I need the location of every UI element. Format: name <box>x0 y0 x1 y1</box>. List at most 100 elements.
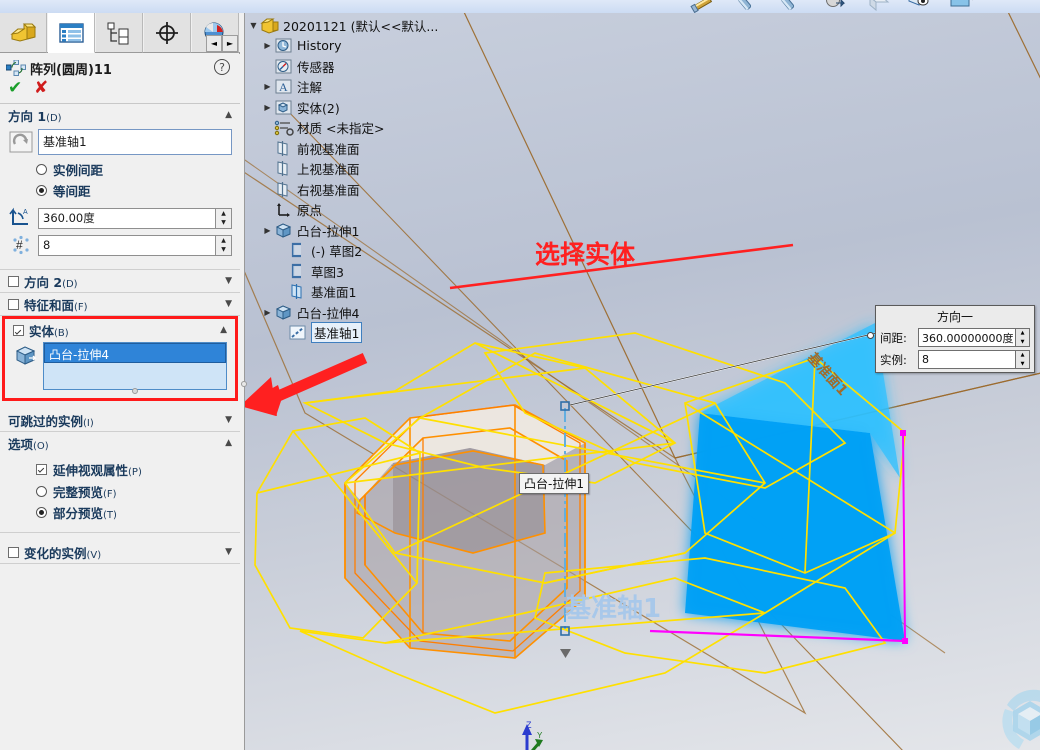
radio-full-preview[interactable] <box>36 486 47 497</box>
command-manager-tabs: ◄ ► <box>0 13 240 53</box>
tree-item-plane-1[interactable]: 基准面1 <box>245 282 495 303</box>
tree-item-history[interactable]: ▶ History <box>245 36 495 57</box>
section-bodies-header[interactable]: 实体(B) ▲ <box>5 319 235 341</box>
pattern-axis-input[interactable]: 基准轴1 <box>38 129 232 155</box>
section-view-icon[interactable] <box>823 0 849 13</box>
display-style-icon[interactable] <box>948 0 974 13</box>
instance-count-spinner[interactable]: ▲ ▼ <box>216 234 232 256</box>
tree-expander-icon[interactable]: ▼ <box>247 21 260 30</box>
cancel-button[interactable]: ✘ <box>34 80 48 97</box>
spin-up-icon[interactable]: ▲ <box>216 236 231 246</box>
tree-expander-icon[interactable]: ▶ <box>261 226 274 235</box>
spin-down-icon[interactable]: ▼ <box>1016 338 1029 347</box>
configuration-manager-tab[interactable] <box>96 13 143 53</box>
angle-spinner[interactable]: ▲ ▼ <box>216 207 232 229</box>
radio-partial-preview[interactable] <box>36 507 47 518</box>
tree-item-label: 右视基准面 <box>297 182 360 198</box>
tree-item-origin[interactable]: 原点 <box>245 200 495 221</box>
spacing-value-input[interactable]: 360.00000000度 <box>918 328 1015 347</box>
tree-item-axis-1[interactable]: 基准轴1 <box>245 322 495 344</box>
collapse-chevron-icon[interactable]: ▲ <box>225 438 232 448</box>
tree-item-annotations[interactable]: ▶ A 注解 <box>245 77 495 98</box>
hide-show-icon[interactable] <box>906 0 932 13</box>
section-direction-1-label: 方向 1(D) <box>8 108 62 124</box>
svg-text:A: A <box>23 209 28 216</box>
section-direction-1-header[interactable]: 方向 1(D) ▲ <box>0 104 240 126</box>
spin-down-icon[interactable]: ▼ <box>1016 360 1029 369</box>
instances-value-input[interactable]: 8 <box>918 350 1015 369</box>
tree-item-solid-bodies[interactable]: ▶ 实体(2) <box>245 97 495 118</box>
feature-manager-tree[interactable]: ▼ 20201121 (默认<<默认... ▶ History 传感器 ▶ A 注解 ▶ 实体(2… <box>245 13 495 344</box>
option-geometry-pattern[interactable]: 延伸视观属性(P) <box>36 460 232 479</box>
tree-item-boss-extrude-4[interactable]: ▶ 凸台-拉伸4 <box>245 302 495 323</box>
graphics-viewport[interactable]: ▼ 20201121 (默认<<默认... ▶ History 传感器 ▶ A 注解 ▶ 实体(2… <box>245 13 1040 750</box>
tree-expander-icon[interactable]: ▶ <box>261 82 274 91</box>
collapse-chevron-icon[interactable]: ▲ <box>220 325 227 335</box>
tree-item-front-plane[interactable]: 前视基准面 <box>245 138 495 159</box>
expand-chevron-icon[interactable]: ▼ <box>225 415 232 425</box>
pen-icon[interactable] <box>733 0 759 13</box>
tree-root[interactable]: ▼ 20201121 (默认<<默认... <box>245 15 495 36</box>
dimxpert-manager-tab[interactable] <box>144 13 191 53</box>
collapse-chevron-icon[interactable]: ▲ <box>225 110 232 120</box>
list-resize-grip[interactable] <box>132 388 138 394</box>
spacing-spinner[interactable]: ▲ ▼ <box>1015 328 1030 347</box>
tree-expander-icon[interactable]: ▶ <box>261 41 274 50</box>
splitter-grip[interactable] <box>241 381 247 387</box>
expand-chevron-icon[interactable]: ▼ <box>225 299 232 309</box>
angle-input[interactable]: 360.00度 <box>38 207 216 229</box>
section-features-and-faces-checkbox[interactable] <box>8 298 19 310</box>
option-geometry-pattern-checkbox[interactable] <box>36 464 47 475</box>
direction-one-dialog[interactable]: 方向一 间距: 360.00000000度 ▲ ▼ 实例: 8 ▲ ▼ <box>867 305 1035 373</box>
spin-down-icon[interactable]: ▼ <box>216 218 231 228</box>
section-vary-instances-header[interactable]: 变化的实例(V) ▼ <box>0 541 240 563</box>
section-bodies-checkbox[interactable] <box>13 324 24 336</box>
tree-expander-icon[interactable]: ▶ <box>261 103 274 112</box>
spin-down-icon[interactable]: ▼ <box>216 245 231 255</box>
annotation-select-bodies-note: 选择实体 <box>535 240 636 269</box>
option-partial-preview[interactable]: 部分预览(T) <box>36 503 232 522</box>
tab-nav-prev-button[interactable]: ◄ <box>206 35 222 52</box>
panel-splitter[interactable] <box>240 13 247 750</box>
spacing-mode-equal-spacing[interactable]: 等间距 <box>36 181 232 200</box>
tree-item-sensors[interactable]: 传感器 <box>245 56 495 77</box>
spin-up-icon[interactable]: ▲ <box>216 209 231 219</box>
spacing-mode-instance-spacing[interactable]: 实例间距 <box>36 160 232 179</box>
instance-count-input[interactable]: 8 <box>38 234 216 256</box>
tree-item-right-plane[interactable]: 右视基准面 <box>245 179 495 200</box>
tree-item-top-plane[interactable]: 上视基准面 <box>245 159 495 180</box>
property-manager-header: 阵列(圆周)11 ? ✔ ✘ <box>0 54 240 104</box>
spin-up-icon[interactable]: ▲ <box>1016 329 1029 338</box>
tree-item-sketch-3[interactable]: 草图3 <box>245 261 495 282</box>
spin-up-icon[interactable]: ▲ <box>1016 351 1029 360</box>
tab-nav-next-button[interactable]: ► <box>222 35 238 52</box>
bodies-list[interactable]: 凸台-拉伸4 <box>43 342 227 394</box>
section-vary-instances-checkbox[interactable] <box>8 546 19 558</box>
expand-chevron-icon[interactable]: ▼ <box>225 547 232 557</box>
measure-icon[interactable] <box>690 0 716 14</box>
radio-equal-spacing[interactable] <box>36 185 47 196</box>
help-icon[interactable]: ? <box>214 59 230 75</box>
features-tab[interactable] <box>0 13 47 53</box>
section-instances-to-skip-header[interactable]: 可跳过的实例(I) ▼ <box>0 409 240 431</box>
tree-item-label: 实体(2) <box>297 100 340 116</box>
pen2-icon[interactable] <box>776 0 802 13</box>
section-direction-2-header[interactable]: 方向 2(D) ▼ <box>0 270 240 292</box>
section-features-and-faces-header[interactable]: 特征和面(F) ▼ <box>0 293 240 315</box>
tree-expander-icon[interactable]: ▶ <box>261 308 274 317</box>
tree-item-material[interactable]: 材质 <未指定> <box>245 118 495 139</box>
solidworks-window: ▼ 20201121 (默认<<默认... ▶ History 传感器 ▶ A 注解 ▶ 实体(2… <box>0 0 1040 750</box>
tree-item-boss-extrude-1[interactable]: ▶ 凸台-拉伸1 <box>245 220 495 241</box>
option-full-preview[interactable]: 完整预览(F) <box>36 482 232 501</box>
view-orientation-icon[interactable] <box>866 0 892 13</box>
section-direction-2-checkbox[interactable] <box>8 275 19 287</box>
expand-chevron-icon[interactable]: ▼ <box>225 276 232 286</box>
bodies-list-item[interactable]: 凸台-拉伸4 <box>44 343 226 363</box>
instances-spinner[interactable]: ▲ ▼ <box>1015 350 1030 369</box>
accept-button[interactable]: ✔ <box>8 80 22 97</box>
radio-instance-spacing[interactable] <box>36 164 47 175</box>
section-options-header[interactable]: 选项(O) ▲ <box>0 432 240 454</box>
model-tooltip-label: 凸台-拉伸1 <box>519 473 589 494</box>
property-manager-tab[interactable] <box>48 13 95 53</box>
tree-item-sketch-2[interactable]: (-) 草图2 <box>245 241 495 262</box>
